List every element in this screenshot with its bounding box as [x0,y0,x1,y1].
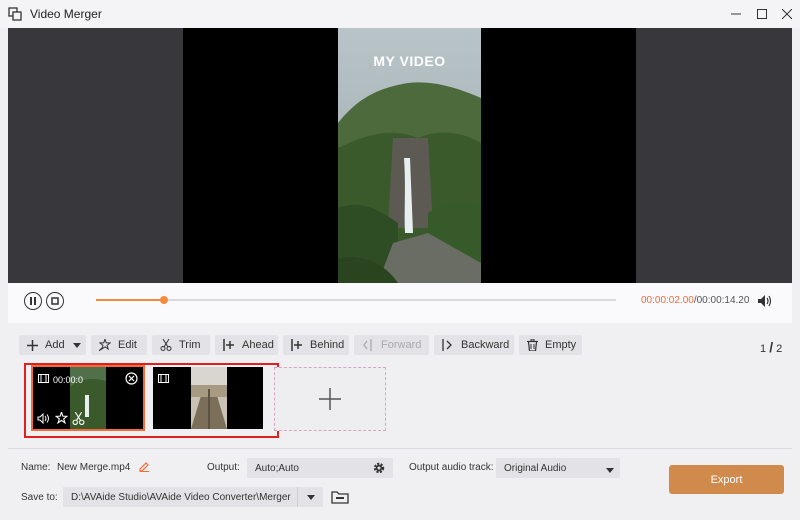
maximize-icon[interactable] [750,0,774,28]
add-button[interactable]: Add [19,335,86,355]
pause-icon [30,297,36,305]
add-clip-tile[interactable] [274,367,386,431]
playback-controls: 00:00:02.00/00:00:14.20 [8,283,792,323]
chevron-down-icon [606,465,614,476]
name-label: Name: [21,462,51,473]
title-bar: Video Merger [0,0,800,28]
film-icon [38,374,49,386]
video-preview-image: MY VIDEO [338,28,481,283]
remove-clip-icon[interactable] [125,372,138,388]
forward-icon [362,339,374,351]
save-to-label: Save to: [21,492,58,503]
stop-icon [51,297,59,305]
clip-toolbar: Add Edit Trim Ahead Behind Forward Backw… [8,327,792,363]
ahead-label: Ahead [242,339,274,351]
volume-icon[interactable] [757,294,773,311]
video-merger-window: Video Merger MY VIDEO 00:00:02.00/00:00:… [0,0,800,520]
forward-label: Forward [381,339,422,351]
clip-volume-icon[interactable] [37,412,50,427]
plus-icon [27,339,38,351]
clip-duration-1: 00:00:0 [53,375,84,385]
clip-edit-icon[interactable] [54,410,69,428]
page-current: 1 [760,343,767,355]
video-overlay-text: MY VIDEO [373,53,446,69]
pause-button[interactable] [24,292,42,310]
plus-icon [319,388,341,410]
current-time: 00:00:02.00 [641,295,694,306]
scissors-icon [160,339,172,351]
output-settings: Name: New Merge.mp4 Output: Auto;Auto Ou… [8,448,792,512]
output-field[interactable]: Auto;Auto [247,458,393,478]
save-path-select[interactable]: D:\AVAide Studio\AVAide Video Converter\… [63,487,323,507]
edit-label: Edit [118,339,137,351]
trash-icon [527,339,538,351]
time-display: 00:00:02.00/00:00:14.20 [641,295,749,306]
video-preview-area: MY VIDEO [8,28,792,283]
film-icon [158,374,169,386]
add-label: Add [45,339,65,351]
trim-button[interactable]: Trim [152,335,210,355]
trim-label: Trim [179,339,201,351]
forward-button[interactable]: Forward [354,335,429,355]
name-value: New Merge.mp4 [57,462,131,473]
audio-track-label: Output audio track: [409,462,494,473]
page-indicator: 1 / 2 [760,339,782,355]
backward-label: Backward [461,339,510,351]
clip-item-1[interactable]: 00:00:0 [31,365,145,431]
edit-button[interactable]: Edit [91,335,147,355]
empty-button[interactable]: Empty [519,335,582,355]
progress-handle[interactable] [159,296,168,304]
chevron-down-icon[interactable] [297,487,323,507]
magic-wand-icon [99,339,111,351]
ahead-button[interactable]: Ahead [215,335,278,355]
progress-fill [96,299,164,301]
progress-bar[interactable] [96,296,616,304]
stop-button[interactable] [46,292,64,310]
behind-button[interactable]: Behind [283,335,349,355]
close-icon[interactable] [775,0,799,28]
audio-track-value: Original Audio [504,462,567,474]
clip-list: 00:00:0 [8,363,792,448]
backward-icon [442,339,454,351]
backward-button[interactable]: Backward [434,335,514,355]
save-path-value: D:\AVAide Studio\AVAide Video Converter\… [71,491,291,503]
folder-icon[interactable] [331,490,349,507]
minimize-icon[interactable] [724,0,748,28]
output-label: Output: [207,462,240,473]
insert-ahead-icon [223,339,235,351]
insert-behind-icon [291,339,303,351]
app-icon [8,7,22,21]
clip-trim-icon[interactable] [72,411,85,428]
video-frame: MY VIDEO [183,28,636,283]
clip-thumbnail-2 [191,367,227,429]
export-button[interactable]: Export [669,465,784,494]
gear-icon[interactable] [372,461,386,478]
chevron-down-icon [72,339,81,351]
audio-track-select[interactable]: Original Audio [496,458,620,478]
page-separator: / [769,339,774,355]
output-value: Auto;Auto [255,462,299,474]
behind-label: Behind [310,339,345,351]
edit-name-icon[interactable] [139,461,150,475]
total-time: /00:00:14.20 [693,295,750,306]
window-title: Video Merger [30,7,102,21]
clip-item-2[interactable] [153,367,263,429]
empty-label: Empty [545,339,577,351]
page-total: 2 [776,343,783,355]
